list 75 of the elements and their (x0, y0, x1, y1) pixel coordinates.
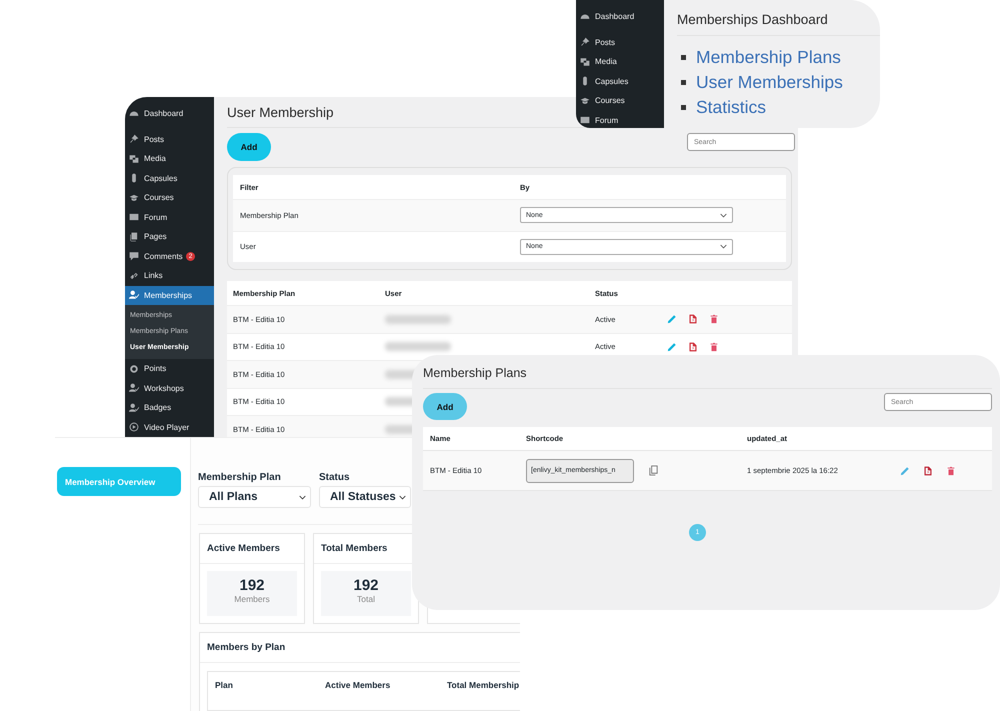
sidebar-item[interactable]: Points (125, 359, 214, 378)
add-button[interactable]: Add (423, 393, 467, 420)
filter-label: Status (319, 472, 351, 483)
bullet-icon (681, 105, 686, 110)
column-header: Total Membership (447, 680, 520, 692)
sidebar-item[interactable]: Courses (125, 188, 214, 208)
filter-label: Membership Plan (198, 472, 282, 483)
sidebar-item[interactable]: Capsules (125, 168, 214, 188)
filter-dropdown[interactable]: All Plans (198, 486, 311, 508)
sidebar-item[interactable]: Links (125, 266, 214, 286)
page-title: Membership Plans (423, 366, 992, 389)
column-header: Plan (215, 680, 234, 692)
pencil-icon[interactable] (667, 342, 677, 352)
sidebar-item[interactable]: Media (576, 52, 664, 72)
capsule-icon (580, 76, 590, 86)
speech-bubble-icon (129, 251, 139, 262)
play-icon (129, 422, 139, 432)
dashboard-link[interactable]: Membership Plans (696, 47, 841, 68)
stat-unit: Members (233, 594, 271, 604)
column-header: Active Members (325, 680, 392, 692)
page-title: Memberships Dashboard (677, 12, 880, 36)
sidebar-item[interactable]: Posts (576, 32, 664, 52)
user-check-icon (129, 290, 139, 300)
sidebar-item[interactable]: Badges (125, 398, 214, 418)
pencil-icon[interactable] (900, 466, 910, 476)
mortarboard-icon (129, 192, 139, 203)
sidebar-item[interactable]: Dashboard (576, 7, 664, 26)
user-check-icon (129, 383, 139, 394)
caret-icon (720, 212, 727, 218)
sidebar-item[interactable]: Capsules (576, 72, 664, 91)
image-icon (129, 154, 139, 164)
stat-value: 192 (352, 577, 380, 594)
panel-icon (580, 115, 590, 126)
panel-title: Members by Plan (200, 633, 520, 663)
copy-icon[interactable] (648, 465, 659, 476)
dashboard-link[interactable]: User Memberships (696, 72, 843, 93)
sidebar-item[interactable]: Forum (576, 110, 664, 128)
pin-icon (129, 134, 139, 144)
sidebar-item[interactable]: Pages (125, 227, 214, 246)
redacted-text (385, 342, 451, 352)
trash-icon[interactable] (946, 466, 956, 476)
document-x-icon[interactable] (923, 466, 933, 476)
add-button[interactable]: Add (227, 133, 271, 161)
sidebar-item[interactable]: Media (125, 149, 214, 168)
panel-icon (129, 212, 139, 222)
user-check-icon (129, 402, 139, 413)
document-x-icon[interactable] (688, 314, 698, 324)
stat-value: 192 (238, 577, 266, 594)
sidebar-item[interactable]: Video Player (125, 418, 214, 437)
caret-icon (399, 494, 406, 500)
image-icon (580, 56, 590, 67)
sidebar-item[interactable]: Forum (125, 208, 214, 227)
redacted-text (385, 314, 451, 324)
stat-unit: Total (356, 594, 376, 604)
filter-dropdown[interactable]: All Statuses (319, 486, 411, 508)
trash-icon[interactable] (709, 314, 719, 324)
mortarboard-icon (580, 96, 590, 106)
bullet-icon (681, 55, 686, 60)
document-x-icon[interactable] (688, 342, 698, 352)
card-title: Active Members (200, 534, 304, 564)
sidebar-item[interactable]: Memberships (125, 286, 214, 305)
gauge-icon (129, 108, 139, 119)
caret-icon (299, 494, 306, 500)
trash-icon[interactable] (709, 342, 719, 352)
pin-icon (580, 37, 590, 48)
caret-icon (720, 244, 727, 250)
link-icon (129, 270, 139, 281)
bullet-icon (681, 80, 686, 85)
pencil-icon[interactable] (667, 314, 677, 324)
capsule-icon (129, 173, 139, 184)
sidebar-item[interactable]: Workshops (125, 378, 214, 398)
sidebar-item[interactable]: Posts (125, 130, 214, 149)
gauge-icon (580, 12, 590, 22)
sidebar-item[interactable]: Dashboard (125, 104, 214, 124)
pages-icon (129, 232, 139, 242)
